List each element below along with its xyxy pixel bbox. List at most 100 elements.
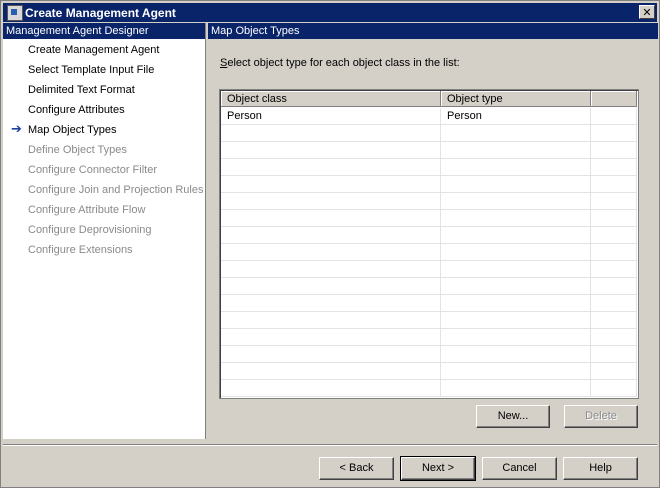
filler-cell (591, 380, 637, 396)
nav-step-select-template-input-file[interactable]: Select Template Input File (28, 60, 154, 80)
nav-step-configure-attribute-flow: Configure Attribute Flow (28, 204, 146, 216)
object-type-list[interactable]: Object class Object type Person Person (219, 89, 639, 399)
object-type-cell (441, 227, 591, 243)
table-row (221, 346, 637, 363)
object-class-cell (221, 278, 441, 294)
filler-cell (591, 142, 637, 158)
column-header-object-type[interactable]: Object type (441, 91, 591, 107)
new-button[interactable]: New... (476, 405, 550, 428)
nav-step-configure-extensions: Configure Extensions (28, 244, 133, 256)
back-button[interactable]: < Back (319, 457, 394, 480)
object-type-cell (441, 278, 591, 294)
table-row (221, 244, 637, 261)
object-class-cell: Person (221, 108, 441, 124)
table-row (221, 329, 637, 346)
table-row (221, 193, 637, 210)
nav-pane-header: Management Agent Designer (3, 23, 205, 39)
table-row[interactable]: Person Person (221, 108, 637, 125)
footer-divider (3, 444, 657, 446)
object-type-cell (441, 244, 591, 260)
filler-cell (591, 159, 637, 175)
nav-step-define-object-types: Define Object Types (28, 144, 127, 156)
object-class-cell (221, 380, 441, 396)
filler-cell (591, 278, 637, 294)
table-row (221, 312, 637, 329)
content-pane: Map Object Types Select object type for … (208, 23, 658, 439)
object-type-cell (441, 176, 591, 192)
nav-step-configure-connector-filter: Configure Connector Filter (28, 164, 158, 176)
delete-button[interactable]: Delete (564, 405, 638, 428)
filler-cell (591, 176, 637, 192)
object-type-cell (441, 125, 591, 141)
table-row (221, 142, 637, 159)
table-row (221, 380, 637, 397)
object-class-cell (221, 210, 441, 226)
object-class-cell (221, 159, 441, 175)
object-type-cell (441, 346, 591, 362)
table-row (221, 159, 637, 176)
nav-step-map-object-types[interactable]: Map Object Types (28, 120, 116, 140)
object-type-cell (441, 193, 591, 209)
object-class-cell (221, 295, 441, 311)
filler-cell (591, 329, 637, 345)
object-class-cell (221, 125, 441, 141)
current-step-arrow-icon: ➔ (11, 122, 22, 137)
filler-cell (591, 295, 637, 311)
table-row (221, 278, 637, 295)
table-row (221, 176, 637, 193)
cancel-button[interactable]: Cancel (482, 457, 557, 480)
object-class-cell (221, 193, 441, 209)
object-class-cell (221, 244, 441, 260)
object-class-cell (221, 227, 441, 243)
object-type-cell (441, 363, 591, 379)
object-type-cell (441, 295, 591, 311)
object-type-cell (441, 380, 591, 396)
filler-cell (591, 125, 637, 141)
object-type-cell (441, 210, 591, 226)
list-header: Object class Object type (221, 91, 637, 107)
filler-cell (591, 210, 637, 226)
object-type-cell (441, 329, 591, 345)
table-row (221, 261, 637, 278)
filler-cell (591, 312, 637, 328)
nav-step-configure-attributes[interactable]: Configure Attributes (28, 100, 125, 120)
object-class-cell (221, 363, 441, 379)
dialog-window: Create Management Agent ✕ Management Age… (0, 0, 660, 488)
filler-cell (591, 193, 637, 209)
filler-cell (591, 346, 637, 362)
table-row (221, 125, 637, 142)
object-class-cell (221, 142, 441, 158)
filler-cell (591, 363, 637, 379)
object-class-cell (221, 312, 441, 328)
object-type-cell (441, 142, 591, 158)
object-class-cell (221, 261, 441, 277)
content-pane-header: Map Object Types (208, 23, 658, 39)
title-bar: Create Management Agent ✕ (3, 3, 657, 22)
object-class-cell (221, 329, 441, 345)
close-button[interactable]: ✕ (639, 5, 655, 19)
table-row (221, 210, 637, 227)
object-type-cell (441, 159, 591, 175)
filler-cell (591, 227, 637, 243)
app-icon (7, 5, 23, 21)
filler-cell (591, 108, 637, 124)
object-class-cell (221, 176, 441, 192)
table-row (221, 363, 637, 380)
nav-step-configure-deprovisioning: Configure Deprovisioning (28, 224, 152, 236)
column-header-filler (591, 91, 637, 107)
help-button[interactable]: Help (563, 457, 638, 480)
object-type-cell (441, 312, 591, 328)
next-button[interactable]: Next > (400, 456, 476, 481)
object-class-cell (221, 346, 441, 362)
table-row (221, 227, 637, 244)
nav-step-create-management-agent[interactable]: Create Management Agent (28, 40, 159, 60)
instruction-text: Select object type for each object class… (220, 57, 460, 69)
window-title: Create Management Agent (25, 6, 176, 20)
nav-step-delimited-text-format[interactable]: Delimited Text Format (28, 80, 135, 100)
object-type-cell: Person (441, 108, 591, 124)
column-header-object-class[interactable]: Object class (221, 91, 441, 107)
filler-cell (591, 261, 637, 277)
nav-step-configure-join-and-projection-rules: Configure Join and Projection Rules (28, 184, 204, 196)
designer-nav-pane: Management Agent Designer Create Managem… (3, 23, 206, 439)
table-row (221, 295, 637, 312)
